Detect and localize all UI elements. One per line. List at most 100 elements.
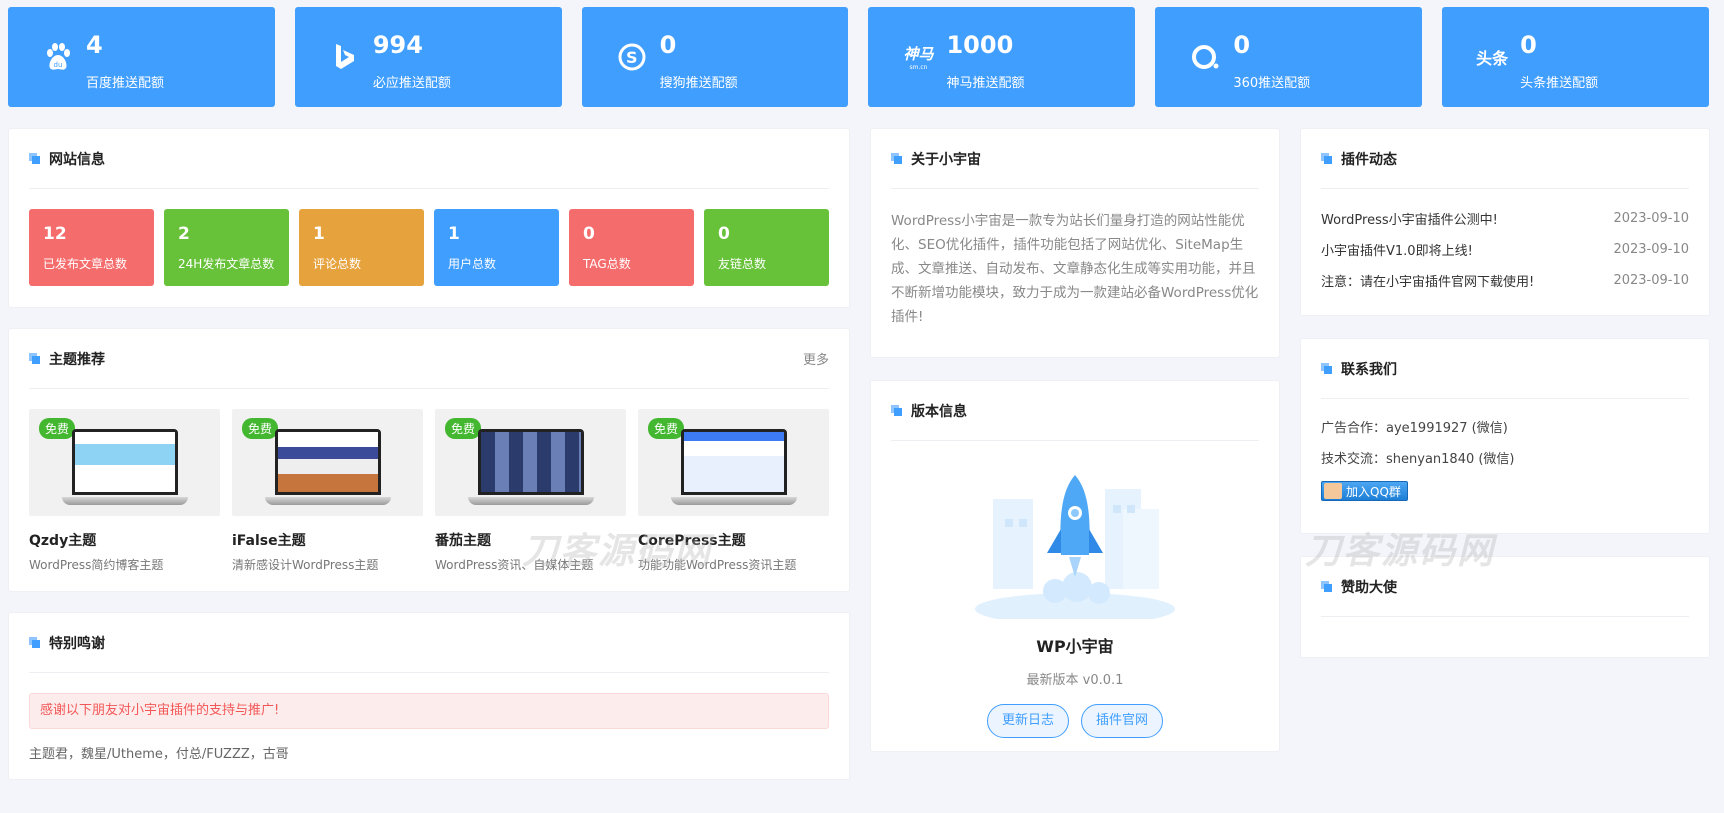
push-quota-row: du 4 百度推送配额 994 必应推送配额 S 0 搜狗推送配额 神马 sm.…: [8, 7, 1709, 107]
theme-recommend-card: 主题推荐 更多 免费 Qzdy主题 WordPress简约博客主题 免费 iFa…: [8, 328, 850, 592]
theme-thumbnail[interactable]: 免费: [638, 409, 829, 516]
theme-desc: WordPress资讯、自媒体主题: [435, 558, 594, 572]
ad-contact: 广告合作：aye1991927 (微信): [1321, 421, 1508, 436]
theme-item[interactable]: 免费 番茄主题 WordPress资讯、自媒体主题: [435, 409, 626, 573]
svg-text:du: du: [54, 61, 63, 69]
stat-value: 0: [1520, 31, 1537, 59]
news-date: 2023-09-10: [1613, 273, 1689, 288]
plugin-news-card: 插件动态 WordPress小宇宙插件公测中! 2023-09-10 小宇宙插件V…: [1300, 128, 1710, 316]
plugin-site-button[interactable]: 插件官网: [1081, 704, 1164, 738]
stat-box-value: 1: [448, 224, 460, 244]
about-title: 关于小宇宙: [911, 151, 981, 168]
contact-card: 联系我们 广告合作：aye1991927 (微信) 技术交流：shenyan18…: [1300, 338, 1710, 534]
stat-box-value: 0: [718, 224, 730, 244]
title-marker-icon: [891, 405, 902, 416]
bing-icon: [323, 35, 367, 79]
stat-value: 1000: [946, 31, 1014, 59]
laptop-preview-icon: [670, 428, 797, 505]
site-info-card: 网站信息 12 已发布文章总数 2 24H发布文章总数 1 评论总数 1 用户总数 0 T…: [8, 128, 850, 308]
title-marker-icon: [1321, 581, 1332, 592]
stat-value: 994: [372, 31, 423, 59]
card-title: 特别鸣谢: [29, 633, 105, 653]
theme-name[interactable]: CorePress主题: [638, 530, 829, 550]
stat-box-value: 12: [43, 224, 67, 244]
sponsor-card: 赞助大使: [1300, 556, 1710, 658]
stat-value: 0: [1233, 31, 1251, 59]
stat-box-posts[interactable]: 12 已发布文章总数: [29, 209, 154, 286]
laptop-preview-icon: [467, 428, 594, 505]
svg-text:S: S: [626, 48, 638, 67]
stat-shenma: 神马 sm.cn 1000 神马推送配额: [868, 7, 1136, 107]
stat-box-label: 评论总数: [313, 257, 362, 271]
sponsor-title: 赞助大使: [1341, 579, 1397, 596]
stat-box-value: 2: [178, 224, 190, 244]
stat-box-links[interactable]: 0 友链总数: [704, 209, 829, 286]
version-title: 版本信息: [911, 403, 967, 420]
news-item[interactable]: WordPress小宇宙插件公测中! 2023-09-10: [1321, 203, 1689, 234]
news-text[interactable]: 小宇宙插件V1.0即将上线!: [1321, 240, 1473, 259]
theme-item[interactable]: 免费 iFalse主题 清新感设计WordPress主题: [232, 409, 423, 573]
stat-box-posts-24h[interactable]: 2 24H发布文章总数: [164, 209, 289, 286]
toutiao-icon: 头条: [1470, 35, 1514, 79]
card-header: 网站信息: [29, 129, 829, 189]
theme-name[interactable]: Qzdy主题: [29, 530, 220, 550]
contact-info: 广告合作：aye1991927 (微信) 技术交流：shenyan1840 (微…: [1321, 413, 1689, 503]
theme-item[interactable]: 免费 CorePress主题 功能功能WordPress资讯主题: [638, 409, 829, 573]
laptop-preview-icon: [264, 428, 391, 505]
site-info-title: 网站信息: [49, 151, 105, 168]
theme-thumbnail[interactable]: 免费: [232, 409, 423, 516]
card-header: 特别鸣谢: [29, 613, 829, 673]
shenma-icon: 神马 sm.cn: [896, 35, 940, 79]
news-text[interactable]: WordPress小宇宙插件公测中!: [1321, 209, 1498, 228]
toutiao-icon-text: 头条: [1476, 49, 1509, 68]
qq-avatar-icon: [1324, 483, 1342, 499]
thanks-title: 特别鸣谢: [49, 635, 105, 652]
theme-name[interactable]: 番茄主题: [435, 530, 626, 550]
theme-name[interactable]: iFalse主题: [232, 530, 423, 550]
news-item[interactable]: 注意：请在小宇宙插件官网下载使用! 2023-09-10: [1321, 265, 1689, 296]
stat-label: 头条推送配额: [1520, 76, 1599, 91]
news-item[interactable]: 小宇宙插件V1.0即将上线! 2023-09-10: [1321, 234, 1689, 265]
more-link[interactable]: 更多: [803, 349, 829, 368]
version-buttons: 更新日志 插件官网: [871, 704, 1279, 738]
theme-thumbnail[interactable]: 免费: [29, 409, 220, 516]
card-title: 关于小宇宙: [891, 149, 981, 169]
stat-label: 神马推送配额: [946, 76, 1025, 91]
card-header: 赞助大使: [1321, 557, 1689, 617]
stat-box-value: 0: [583, 224, 595, 244]
laptop-preview-icon: [61, 428, 188, 505]
changelog-button[interactable]: 更新日志: [986, 704, 1069, 738]
stat-bing: 994 必应推送配额: [294, 7, 562, 107]
news-list: WordPress小宇宙插件公测中! 2023-09-10 小宇宙插件V1.0即将…: [1321, 203, 1689, 296]
card-title: 赞助大使: [1321, 577, 1397, 597]
stat-toutiao: 头条 0 头条推送配额: [1442, 7, 1709, 107]
theme-thumbnail[interactable]: 免费: [435, 409, 626, 516]
card-title: 网站信息: [29, 149, 105, 169]
stat-box-tags[interactable]: 0 TAG总数: [569, 209, 694, 286]
qq-button-label: 加入QQ群: [1346, 484, 1401, 499]
contact-title: 联系我们: [1341, 361, 1397, 378]
stat-baidu: du 4 百度推送配额: [8, 7, 275, 107]
thanks-notice: 感谢以下朋友对小宇宙插件的支持与推广!: [29, 693, 829, 729]
theme-item[interactable]: 免费 Qzdy主题 WordPress简约博客主题: [29, 409, 220, 573]
360-icon: [1183, 35, 1227, 79]
sogou-icon: S: [610, 35, 654, 79]
baidu-icon: du: [36, 35, 80, 79]
news-date: 2023-09-10: [1613, 211, 1689, 226]
version-number: 最新版本 v0.0.1: [1026, 673, 1124, 688]
stat-label: 必应推送配额: [372, 76, 451, 91]
stat-value: 4: [86, 31, 103, 59]
about-text: WordPress小宇宙是一款专为站长们量身打造的网站性能优化、SEO优化插件，…: [891, 213, 1259, 325]
join-qq-group-button[interactable]: 加入QQ群: [1321, 481, 1408, 501]
title-marker-icon: [29, 153, 40, 164]
stat-box-users[interactable]: 1 用户总数: [434, 209, 559, 286]
theme-desc: 功能功能WordPress资讯主题: [638, 558, 797, 572]
tech-contact: 技术交流：shenyan1840 (微信): [1321, 452, 1515, 467]
news-text[interactable]: 注意：请在小宇宙插件官网下载使用!: [1321, 271, 1534, 290]
card-title: 主题推荐: [29, 349, 105, 369]
card-header: 主题推荐 更多: [29, 329, 829, 389]
stat-box-comments[interactable]: 1 评论总数: [299, 209, 424, 286]
title-marker-icon: [29, 353, 40, 364]
stat-box-label: 24H发布文章总数: [178, 257, 275, 271]
dashboard: du 4 百度推送配额 994 必应推送配额 S 0 搜狗推送配额 神马 sm.…: [0, 0, 1724, 813]
